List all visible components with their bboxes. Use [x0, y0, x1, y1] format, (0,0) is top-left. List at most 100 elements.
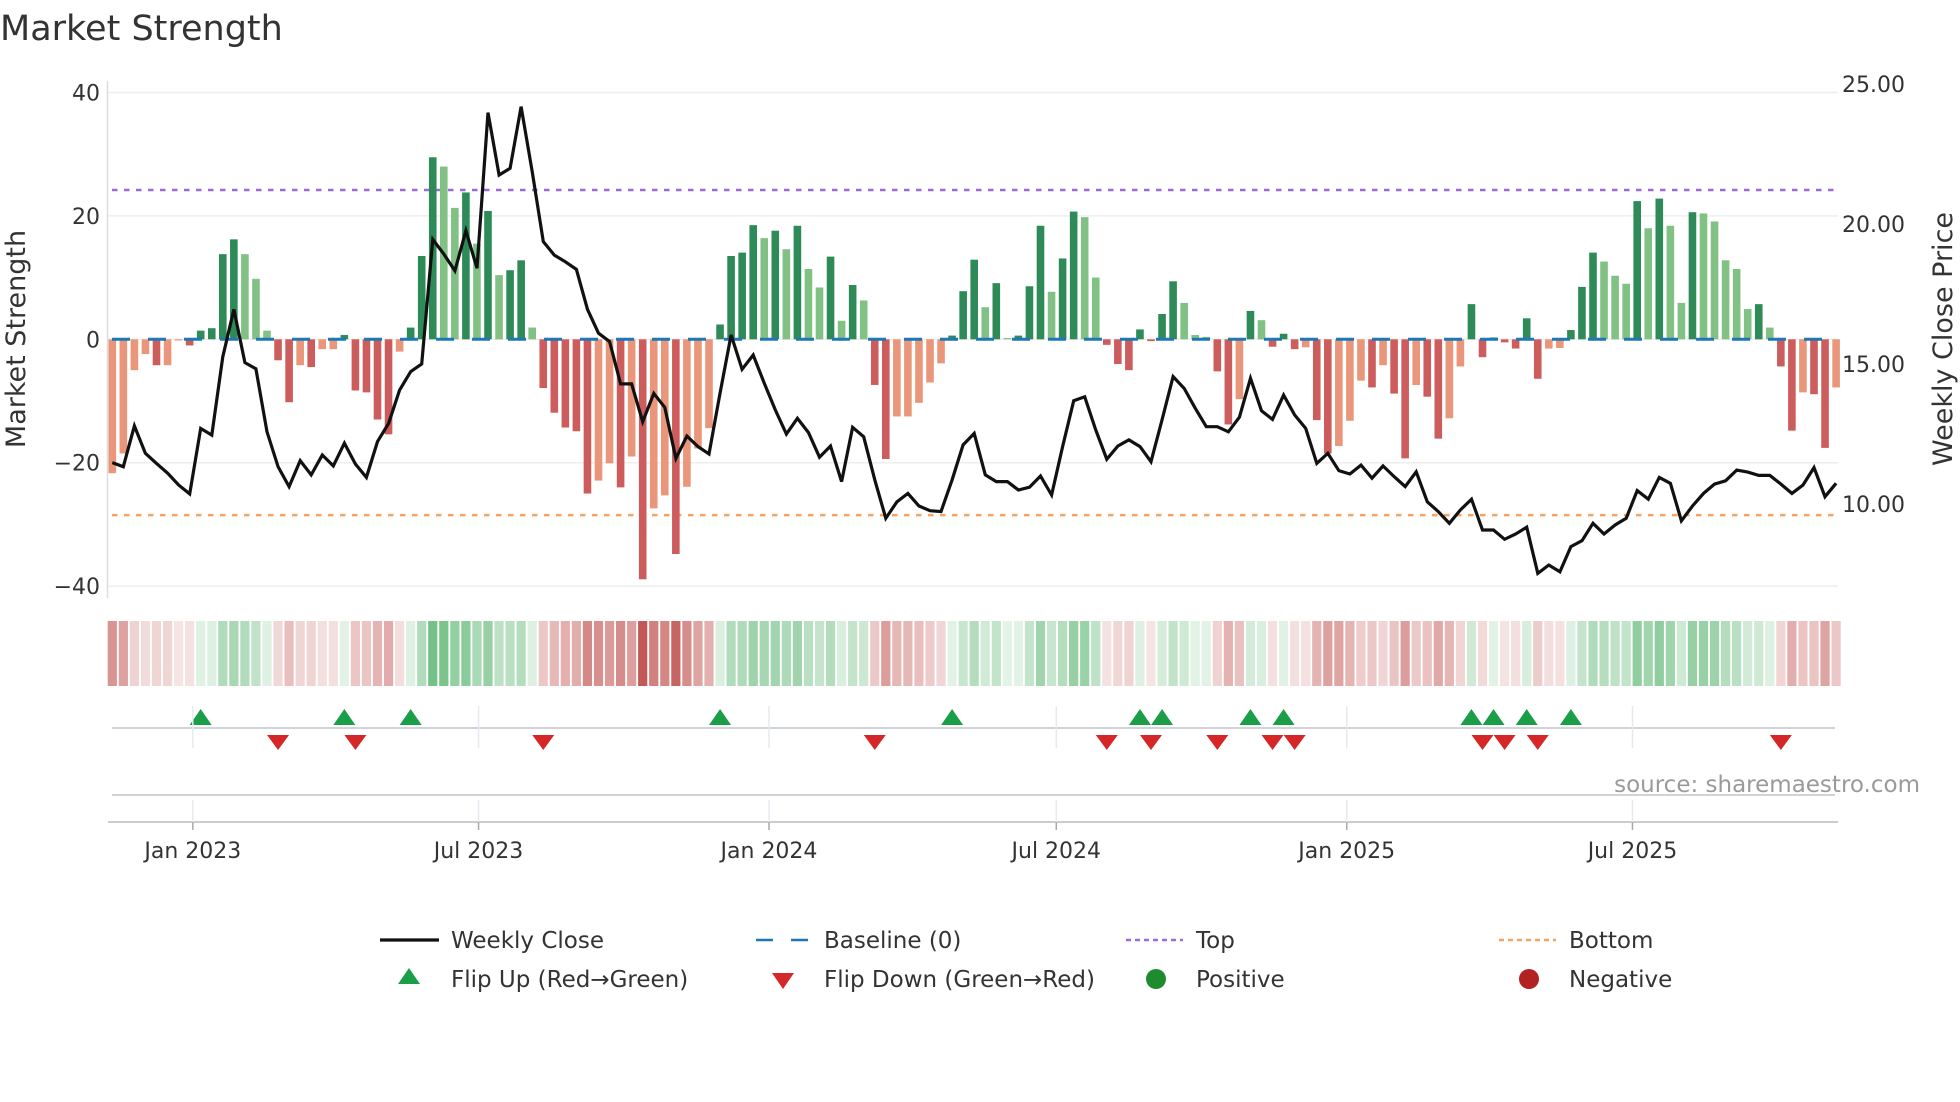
heat-cell [1533, 621, 1543, 686]
strength-bar [1721, 260, 1730, 340]
heat-cell [1654, 621, 1664, 686]
heat-cell [848, 621, 858, 686]
heat-cell [516, 621, 526, 686]
heat-cell [1577, 621, 1587, 686]
strength-bar [926, 339, 934, 383]
strength-bar [594, 339, 603, 481]
strength-bar [1169, 281, 1177, 340]
heat-cell [1389, 621, 1399, 686]
heat-cell [1676, 621, 1686, 686]
heat-cell [1002, 621, 1012, 686]
strength-bar [937, 339, 945, 364]
heat-cell [1665, 621, 1675, 686]
heat-cell [881, 621, 891, 686]
legend-item: Baseline (0) [756, 928, 961, 954]
heat-cell [251, 621, 261, 686]
heat-cell [1113, 621, 1123, 686]
strength-bar [749, 225, 757, 340]
strength-bar [915, 339, 923, 403]
flip-down-marker [1140, 735, 1162, 750]
heat-cell [969, 621, 979, 686]
heat-cell [1058, 621, 1068, 686]
heat-cell [936, 621, 946, 686]
triangle-down-icon [772, 973, 794, 989]
strength-bar [716, 324, 724, 340]
strength-bar [1224, 339, 1233, 425]
strength-bar [572, 339, 581, 432]
legend-item: Flip Down (Green→Red) [772, 967, 1095, 993]
flip-up-marker [1272, 709, 1295, 725]
heat-cell [715, 621, 725, 686]
heat-cell [925, 621, 935, 686]
heat-cell [174, 621, 184, 686]
heat-cell [1511, 621, 1521, 686]
heat-cell [229, 621, 239, 686]
flip-down-marker [1769, 735, 1792, 750]
strength-bar [1500, 339, 1509, 343]
strength-bar [1324, 339, 1332, 454]
heat-cell [129, 621, 139, 686]
flip-up-marker [941, 709, 964, 725]
heat-cell [1091, 621, 1101, 686]
heat-cell [240, 621, 250, 686]
strength-bar [893, 339, 901, 417]
heat-cell [1168, 621, 1178, 686]
strength-bar [904, 339, 912, 417]
flip-down-marker [1206, 735, 1229, 750]
flip-up-marker [1559, 709, 1582, 725]
heat-cell [604, 621, 615, 686]
strength-bar [362, 339, 371, 393]
strength-bar [870, 339, 879, 385]
heat-cell [1290, 621, 1300, 686]
strength-bar [1235, 339, 1244, 400]
flip-down-marker [1526, 735, 1549, 750]
heat-cell [1632, 621, 1642, 686]
strength-bar [1335, 339, 1343, 447]
heat-cell [1069, 621, 1079, 686]
strength-bar [1732, 268, 1741, 340]
strength-bar [1025, 286, 1034, 340]
heat-cell [560, 621, 570, 686]
y-tick-label: 0 [86, 328, 100, 353]
heat-cell [1157, 621, 1167, 686]
flip-up-marker [1239, 709, 1262, 725]
strength-bar [517, 260, 525, 340]
heat-cell [1687, 621, 1698, 686]
heat-cell [1433, 621, 1443, 686]
heat-cell [593, 621, 604, 686]
heat-cell [538, 621, 548, 686]
heat-cell [1256, 621, 1267, 686]
strength-bar [406, 327, 415, 340]
y-tick-label: 20 [72, 205, 100, 230]
strength-bar [152, 339, 161, 366]
heat-cell [1080, 621, 1090, 686]
strength-bar [649, 339, 658, 509]
strength-bar [1058, 258, 1067, 340]
strength-bar [1346, 339, 1354, 421]
heat-cell [1046, 621, 1057, 686]
heat-cell [1798, 621, 1808, 686]
strength-bar [1312, 339, 1321, 421]
heat-cell [295, 621, 305, 686]
heat-cell [494, 621, 504, 686]
heat-cell [1455, 621, 1465, 686]
heat-cell [383, 621, 394, 686]
strength-bar [539, 339, 548, 389]
heat-cell [1820, 621, 1830, 686]
y2-tick-label: 15.00 [1842, 353, 1905, 378]
heat-cell [1809, 621, 1819, 686]
strength-bar [804, 268, 813, 340]
strength-bar [1213, 339, 1222, 372]
heat-cell [726, 621, 736, 686]
heat-cell [770, 621, 780, 686]
heat-cell [1466, 621, 1477, 686]
heat-cell [759, 621, 769, 686]
strength-bar [992, 283, 1001, 340]
strength-bar [373, 339, 382, 420]
strength-bar [141, 339, 150, 355]
right-axis-ticks: 25.00 20.00 15.00 10.00 [1842, 73, 1905, 518]
triangle-up-icon [398, 968, 420, 984]
strength-bar [1401, 339, 1409, 459]
strength-bar [1257, 320, 1266, 340]
strength-bar [1246, 310, 1255, 340]
